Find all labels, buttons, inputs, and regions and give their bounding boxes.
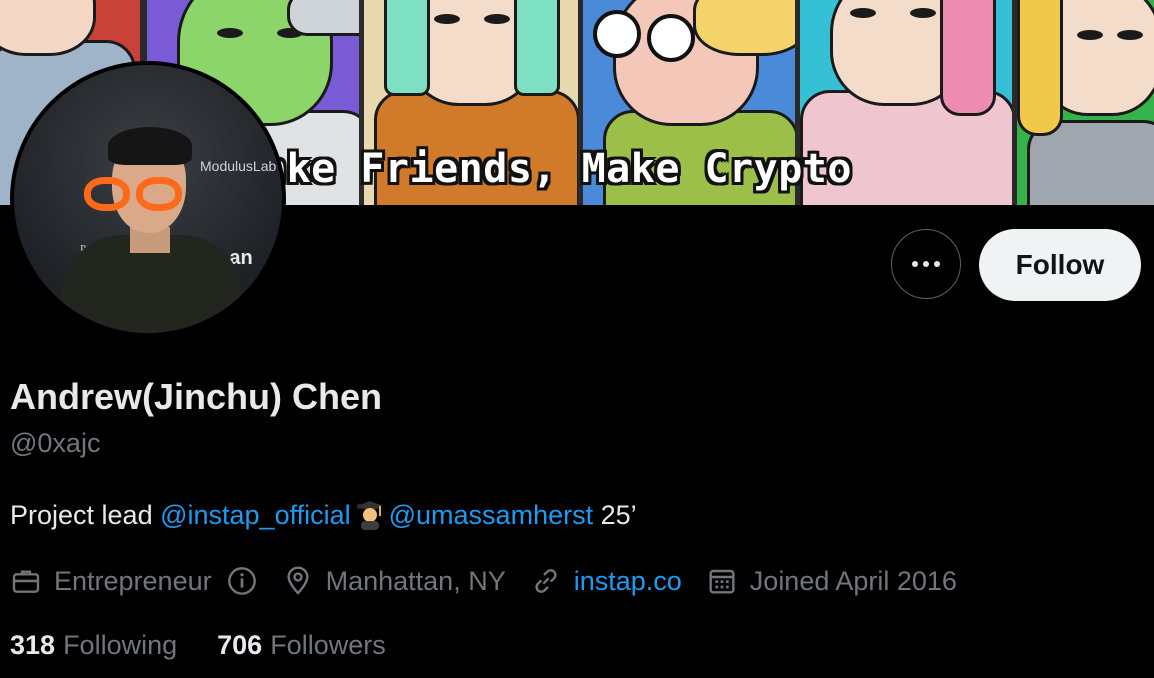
profile-meta: Entrepreneur Manhattan, NY instap.co Joi… — [10, 565, 981, 597]
profile-avatar[interactable]: ModulusLab ⊙ an POI — [10, 61, 286, 337]
meta-joined-text: Joined April 2016 — [749, 565, 957, 596]
followers-count: 706 — [217, 630, 263, 660]
avatar-backdrop-text: ModulusLab — [200, 158, 277, 174]
banner-panel — [1017, 0, 1154, 205]
following-count: 318 — [10, 630, 56, 660]
meta-website: instap.co — [530, 565, 682, 597]
more-horizontal-icon — [912, 261, 918, 267]
profile-handle: @0xajc — [10, 428, 101, 458]
location-pin-icon — [287, 566, 309, 595]
avatar-photo: ModulusLab ⊙ an POI — [14, 65, 282, 333]
profile-display-name: Andrew(Jinchu) Chen — [10, 376, 383, 417]
avatar-person-hair — [108, 127, 192, 165]
meta-joined: Joined April 2016 — [706, 565, 957, 597]
website-link[interactable]: instap.co — [574, 566, 682, 597]
meta-location: Manhattan, NY — [282, 565, 506, 597]
info-icon[interactable] — [226, 565, 258, 597]
more-horizontal-icon — [923, 261, 929, 267]
orange-glasses-icon — [84, 177, 130, 211]
bio-text: Project lead — [10, 500, 161, 530]
meta-category: Entrepreneur — [10, 565, 258, 597]
meta-location-text: Manhattan, NY — [325, 565, 506, 596]
more-options-button[interactable] — [891, 229, 961, 299]
follow-button[interactable]: Follow — [979, 229, 1141, 301]
followers-label: Followers — [270, 630, 386, 660]
profile-bio: Project lead @instap_official @umassamhe… — [10, 500, 637, 531]
bio-mention-link[interactable]: @instap_official — [160, 500, 351, 530]
following-label: Following — [63, 630, 178, 660]
following-link[interactable]: 318 Following — [10, 630, 177, 661]
briefcase-icon — [12, 570, 40, 593]
followers-link[interactable]: 706 Followers — [217, 630, 386, 661]
student-emoji-icon — [356, 501, 383, 530]
calendar-icon — [709, 569, 735, 594]
meta-category-text: Entrepreneur — [54, 565, 212, 596]
profile-stats: 318 Following 706 Followers — [10, 630, 426, 661]
bio-text: 25’ — [593, 500, 637, 530]
orange-glasses-icon — [136, 177, 182, 211]
banner-caption: ake Friends, Make Crypto — [262, 146, 852, 192]
bio-mention-link[interactable]: @umassamherst — [389, 500, 593, 530]
link-icon — [535, 569, 557, 593]
more-horizontal-icon — [934, 261, 940, 267]
